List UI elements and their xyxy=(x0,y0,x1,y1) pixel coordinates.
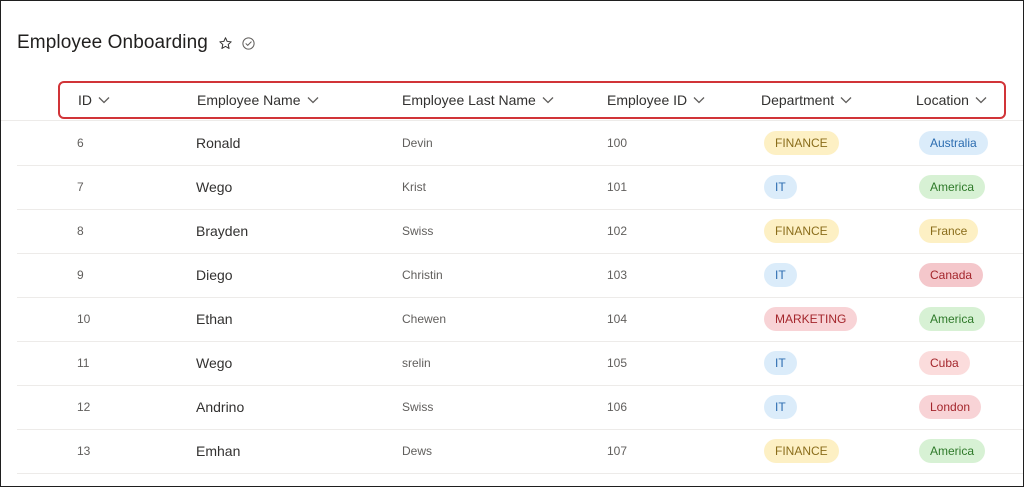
cell-location: Australia xyxy=(919,121,988,165)
location-pill: America xyxy=(919,307,986,331)
cell-id: 9 xyxy=(77,268,84,282)
cell-employee-name: Andrino xyxy=(196,399,245,415)
cell-employee-name: Ethan xyxy=(196,311,233,327)
location-pill: London xyxy=(919,395,982,419)
column-header-employee-name[interactable]: Employee Name xyxy=(197,91,319,109)
table-row[interactable]: 12 Andrino Swiss 106 IT London xyxy=(17,385,1023,430)
column-header-label: ID xyxy=(78,92,92,108)
cell-employee-id: 104 xyxy=(607,312,628,326)
cell-id: 12 xyxy=(77,400,91,414)
list-view: Employee Onboarding ID Employee Name Emp… xyxy=(0,0,1024,487)
cell-location: France xyxy=(919,209,979,253)
chevron-down-icon[interactable] xyxy=(307,96,319,104)
column-header-label: Location xyxy=(916,92,969,108)
department-pill: FINANCE xyxy=(764,219,839,243)
cell-id: 13 xyxy=(77,444,91,458)
cell-employee-name: Ronald xyxy=(196,135,241,151)
table-row[interactable]: 6 Ronald Devin 100 FINANCE Australia xyxy=(17,121,1023,166)
cell-employee-last-name: Devin xyxy=(402,136,433,150)
star-icon[interactable] xyxy=(218,36,233,51)
chevron-down-icon[interactable] xyxy=(98,96,110,104)
cell-employee-name: Emhan xyxy=(196,443,241,459)
cell-employee-last-name: Swiss xyxy=(402,400,434,414)
column-header-label: Department xyxy=(761,92,835,108)
check-circle-icon[interactable] xyxy=(241,36,256,51)
cell-employee-id: 100 xyxy=(607,136,628,150)
cell-employee-last-name: Christin xyxy=(402,268,443,282)
cell-department: MARKETING xyxy=(764,297,858,341)
cell-location: Canada xyxy=(919,253,984,297)
cell-location: America xyxy=(919,429,986,473)
column-header-label: Employee ID xyxy=(607,92,688,108)
column-header-id[interactable]: ID xyxy=(78,91,110,109)
chevron-down-icon[interactable] xyxy=(542,96,554,104)
department-pill: FINANCE xyxy=(764,439,839,463)
location-pill: America xyxy=(919,175,986,199)
cell-employee-id: 107 xyxy=(607,444,628,458)
cell-department: IT xyxy=(764,385,797,429)
column-header-location[interactable]: Location xyxy=(916,91,987,109)
cell-id: 8 xyxy=(77,224,84,238)
cell-department: FINANCE xyxy=(764,121,839,165)
cell-employee-id: 101 xyxy=(607,180,628,194)
cell-employee-last-name: Chewen xyxy=(402,312,447,326)
chevron-down-icon[interactable] xyxy=(693,96,705,104)
table-row[interactable]: 9 Diego Christin 103 IT Canada xyxy=(17,253,1023,298)
column-header-employee-id[interactable]: Employee ID xyxy=(607,91,705,109)
table-row[interactable]: 10 Ethan Chewen 104 MARKETING America xyxy=(17,297,1023,342)
cell-id: 10 xyxy=(77,312,91,326)
column-header-label: Employee Last Name xyxy=(402,92,536,108)
cell-employee-name: Diego xyxy=(196,267,233,283)
table-row[interactable]: 13 Emhan Dews 107 FINANCE America xyxy=(17,429,1023,474)
location-pill: America xyxy=(919,439,986,463)
chevron-down-icon[interactable] xyxy=(840,96,852,104)
cell-employee-id: 103 xyxy=(607,268,628,282)
table-row[interactable]: 8 Brayden Swiss 102 FINANCE France xyxy=(17,209,1023,254)
cell-department: IT xyxy=(764,341,797,385)
cell-id: 6 xyxy=(77,136,84,150)
cell-location: America xyxy=(919,297,986,341)
cell-id: 11 xyxy=(77,356,90,370)
cell-location: Cuba xyxy=(919,341,970,385)
department-pill: IT xyxy=(764,351,797,375)
cell-id: 7 xyxy=(77,180,84,194)
department-pill: IT xyxy=(764,395,797,419)
page-title: Employee Onboarding xyxy=(17,32,208,53)
title-bar: Employee Onboarding xyxy=(17,29,256,57)
column-header-department[interactable]: Department xyxy=(761,91,852,109)
cell-department: FINANCE xyxy=(764,429,839,473)
location-pill: Australia xyxy=(919,131,988,155)
cell-employee-last-name: Dews xyxy=(402,444,433,458)
column-header-label: Employee Name xyxy=(197,92,301,108)
cell-employee-name: Wego xyxy=(196,355,233,371)
location-pill: France xyxy=(919,219,979,243)
cell-location: America xyxy=(919,165,986,209)
table-row[interactable]: 7 Wego Krist 101 IT America xyxy=(17,165,1023,210)
department-pill: IT xyxy=(764,175,797,199)
cell-department: FINANCE xyxy=(764,209,839,253)
cell-employee-last-name: Krist xyxy=(402,180,426,194)
cell-department: IT xyxy=(764,165,797,209)
department-pill: IT xyxy=(764,263,797,287)
cell-employee-last-name: Swiss xyxy=(402,224,434,238)
cell-department: IT xyxy=(764,253,797,297)
cell-employee-name: Wego xyxy=(196,179,233,195)
cell-employee-id: 105 xyxy=(607,356,628,370)
department-pill: FINANCE xyxy=(764,131,839,155)
cell-employee-id: 106 xyxy=(607,400,628,414)
cell-employee-name: Brayden xyxy=(196,223,249,239)
location-pill: Cuba xyxy=(919,351,970,375)
department-pill: MARKETING xyxy=(764,307,858,331)
table-row[interactable]: 11 Wego srelin 105 IT Cuba xyxy=(17,341,1023,386)
location-pill: Canada xyxy=(919,263,984,287)
cell-employee-id: 102 xyxy=(607,224,628,238)
chevron-down-icon[interactable] xyxy=(975,96,987,104)
cell-location: London xyxy=(919,385,982,429)
cell-employee-last-name: srelin xyxy=(402,356,431,370)
column-header-employee-last-name[interactable]: Employee Last Name xyxy=(402,91,554,109)
